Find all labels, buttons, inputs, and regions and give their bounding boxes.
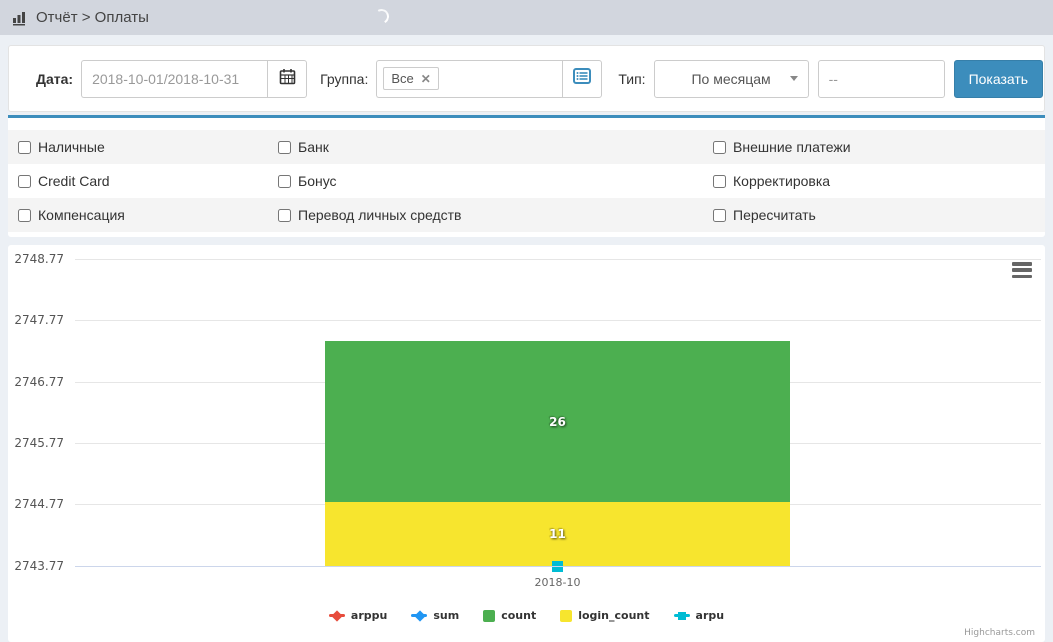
loading-spinner-icon xyxy=(372,7,390,25)
checkbox-perevod-lichnyh-sredstv[interactable]: Перевод личных средств xyxy=(278,207,713,223)
checkbox-label: Корректировка xyxy=(733,173,830,189)
type-select[interactable]: По месяцам xyxy=(654,60,809,98)
checkbox-input[interactable] xyxy=(18,175,31,188)
calendar-icon xyxy=(279,68,296,90)
bar-count[interactable]: 26 xyxy=(325,341,790,502)
gridline xyxy=(75,320,1041,321)
y-tick-label: 2747.77 xyxy=(8,313,64,327)
checkbox-label: Компенсация xyxy=(38,207,125,223)
checkbox-label: Пересчитать xyxy=(733,207,816,223)
legend-label: login_count xyxy=(578,609,649,622)
checkbox-bank[interactable]: Банк xyxy=(278,139,713,155)
legend-item-arppu[interactable]: arppu xyxy=(329,609,387,622)
checkbox-label: Банк xyxy=(298,139,329,155)
hamburger-icon xyxy=(1012,262,1032,266)
group-tag-label: Все xyxy=(391,71,413,86)
legend-item-count[interactable]: count xyxy=(483,609,536,622)
date-label: Дата: xyxy=(36,71,73,87)
checkbox-korrektirovka[interactable]: Корректировка xyxy=(713,173,1045,189)
legend-line-marker xyxy=(674,611,690,621)
checkbox-nalichnye[interactable]: Наличные xyxy=(18,139,278,155)
y-tick-label: 2744.77 xyxy=(8,497,64,511)
legend-line-marker xyxy=(411,611,427,621)
y-tick-label: 2746.77 xyxy=(8,375,64,389)
group-list-button[interactable] xyxy=(562,60,602,98)
checkbox-input[interactable] xyxy=(713,141,726,154)
bar-count-value: 26 xyxy=(549,415,566,429)
checkbox-input[interactable] xyxy=(278,209,291,222)
chart-panel: 2748.77 2747.77 2746.77 2745.77 2744.77 … xyxy=(8,245,1045,642)
top-header: Отчёт > Оплаты xyxy=(0,0,1053,35)
checkbox-label: Наличные xyxy=(38,139,105,155)
hamburger-icon xyxy=(1012,268,1032,272)
checkbox-label: Credit Card xyxy=(38,173,110,189)
checkbox-input[interactable] xyxy=(278,175,291,188)
remove-tag-icon[interactable]: ✕ xyxy=(421,72,431,86)
y-tick-label: 2748.77 xyxy=(8,252,64,266)
checkbox-row: Credit Card Бонус Корректировка xyxy=(8,164,1045,198)
legend-item-arpu[interactable]: arpu xyxy=(674,609,725,622)
gridline xyxy=(75,259,1041,260)
legend-label: count xyxy=(501,609,536,622)
type-label: Тип: xyxy=(618,71,645,87)
calendar-button[interactable] xyxy=(267,60,307,98)
checkbox-label: Перевод личных средств xyxy=(298,207,462,223)
legend-square-marker xyxy=(483,610,495,622)
show-button[interactable]: Показать xyxy=(954,60,1044,98)
checkbox-row: Компенсация Перевод личных средств Перес… xyxy=(8,198,1045,232)
x-axis-line xyxy=(75,566,1041,567)
checkbox-vneshnie-platezhi[interactable]: Внешние платежи xyxy=(713,139,1045,155)
checkbox-input[interactable] xyxy=(713,175,726,188)
highcharts-credits[interactable]: Highcharts.com xyxy=(964,628,1035,638)
legend-label: sum xyxy=(433,609,459,622)
bar-login-count[interactable]: 11 xyxy=(325,502,790,566)
checkbox-pereschitat[interactable]: Пересчитать xyxy=(713,207,1045,223)
checkbox-input[interactable] xyxy=(278,141,291,154)
checkbox-input[interactable] xyxy=(18,209,31,222)
date-input-group xyxy=(81,60,307,98)
chart-legend: arppu sum count login_count arpu xyxy=(8,609,1045,622)
checkbox-label: Внешние платежи xyxy=(733,139,851,155)
x-tick-label: 2018-10 xyxy=(325,576,790,589)
legend-line-marker xyxy=(329,611,345,621)
chart-export-menu-button[interactable] xyxy=(1012,262,1032,278)
hamburger-icon xyxy=(1012,275,1032,279)
checkbox-kompensaciya[interactable]: Компенсация xyxy=(18,207,278,223)
legend-item-login-count[interactable]: login_count xyxy=(560,609,649,622)
group-label: Группа: xyxy=(320,71,368,87)
type-select-value: По месяцам xyxy=(691,71,770,87)
checkbox-row: Наличные Банк Внешние платежи xyxy=(8,130,1045,164)
date-range-input[interactable] xyxy=(81,60,267,98)
checkbox-input[interactable] xyxy=(18,141,31,154)
legend-label: arpu xyxy=(696,609,725,622)
payment-types-panel: Наличные Банк Внешние платежи Credit Car… xyxy=(8,115,1045,237)
filter-panel: Дата: Группа: Все ✕ xyxy=(8,45,1045,112)
legend-label: arppu xyxy=(351,609,387,622)
checkbox-label: Бонус xyxy=(298,173,337,189)
checkbox-input[interactable] xyxy=(713,209,726,222)
list-alt-icon xyxy=(573,68,591,89)
checkbox-credit-card[interactable]: Credit Card xyxy=(18,173,278,189)
legend-item-sum[interactable]: sum xyxy=(411,609,459,622)
y-tick-label: 2743.77 xyxy=(8,559,64,573)
bar-login-count-value: 11 xyxy=(549,527,566,541)
extra-number-input[interactable] xyxy=(818,60,945,98)
group-tag: Все ✕ xyxy=(383,67,438,90)
group-input-group: Все ✕ xyxy=(376,60,602,98)
checkbox-bonus[interactable]: Бонус xyxy=(278,173,713,189)
breadcrumb: Отчёт > Оплаты xyxy=(36,9,149,26)
chevron-down-icon xyxy=(790,76,798,81)
legend-square-marker xyxy=(560,610,572,622)
group-multiselect[interactable]: Все ✕ xyxy=(376,60,562,98)
y-tick-label: 2745.77 xyxy=(8,436,64,450)
bar-chart-icon xyxy=(12,10,28,26)
